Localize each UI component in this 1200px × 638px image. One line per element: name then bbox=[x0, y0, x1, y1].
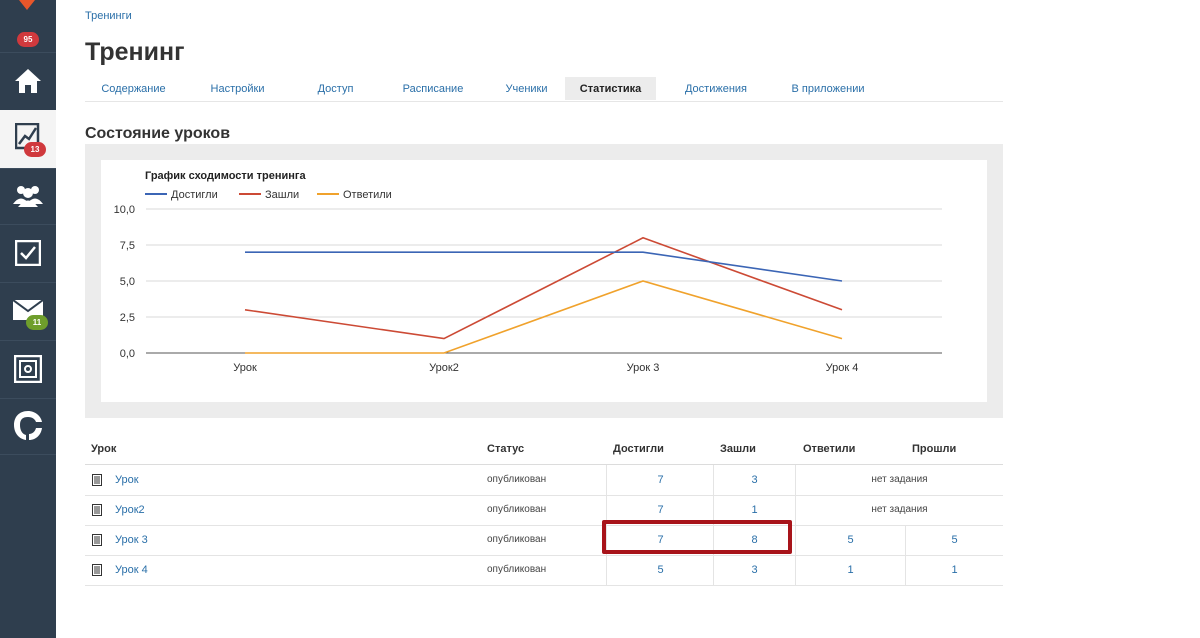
sidebar-item-statistics[interactable]: 13 bbox=[0, 110, 56, 169]
document-icon bbox=[92, 564, 102, 576]
header-status: Статус bbox=[487, 443, 525, 455]
legend-label: Зашли bbox=[265, 189, 299, 201]
x-tick-label: Урок2 bbox=[429, 362, 459, 374]
tasks-icon bbox=[15, 240, 41, 266]
x-tick-label: Урок bbox=[233, 362, 257, 374]
table-row: Урок 4 опубликован 5 3 1 1 bbox=[85, 555, 1003, 586]
legend-label: Ответили bbox=[343, 189, 392, 201]
y-tick-label: 7,5 bbox=[120, 240, 135, 252]
status-text: опубликован bbox=[487, 564, 547, 575]
sidebar-item-brand[interactable] bbox=[0, 398, 56, 455]
sidebar-logo[interactable]: 95 bbox=[0, 0, 56, 53]
answered-value[interactable]: 1 bbox=[796, 555, 905, 585]
passed-value[interactable]: 1 bbox=[906, 555, 1003, 585]
entered-value[interactable]: 3 bbox=[714, 465, 795, 495]
sidebar-item-tasks[interactable] bbox=[0, 224, 56, 283]
status-text: опубликован bbox=[487, 504, 547, 515]
chart-area: График сходимости тренинга Достигли Зашли О… bbox=[101, 160, 987, 402]
tab-content[interactable]: Содержание bbox=[85, 77, 182, 100]
status-text: опубликован bbox=[487, 474, 547, 485]
breadcrumb[interactable]: Тренинги bbox=[85, 10, 132, 22]
users-icon bbox=[13, 186, 43, 207]
status-text: опубликован bbox=[487, 534, 547, 545]
sidebar: 95 13 11 bbox=[0, 0, 56, 638]
tab-in-app[interactable]: В приложении bbox=[776, 77, 880, 100]
x-tick-label: Урок 3 bbox=[627, 362, 660, 374]
answered-value[interactable]: 5 bbox=[796, 525, 905, 555]
header-passed: Прошли bbox=[912, 443, 957, 455]
lesson-link[interactable]: Урок 3 bbox=[115, 525, 148, 555]
notification-badge: 95 bbox=[17, 32, 39, 47]
tab-statistics[interactable]: Статистика bbox=[565, 77, 656, 100]
header-lesson: Урок bbox=[91, 443, 117, 455]
logo-icon bbox=[19, 0, 35, 10]
mail-badge: 11 bbox=[26, 315, 48, 330]
entered-value[interactable]: 3 bbox=[714, 555, 795, 585]
page-title: Тренинг bbox=[85, 38, 185, 66]
section-title: Состояние уроков bbox=[85, 125, 231, 142]
tab-achievements[interactable]: Достижения bbox=[656, 77, 776, 100]
table-row: Урок2 опубликован 7 1 нет задания bbox=[85, 495, 1003, 526]
tab-bar: Содержание Настройки Доступ Расписание У… bbox=[85, 77, 1003, 102]
tab-students[interactable]: Ученики bbox=[488, 77, 565, 100]
sidebar-item-home[interactable] bbox=[0, 52, 56, 111]
lesson-link[interactable]: Урок2 bbox=[115, 495, 145, 525]
document-icon bbox=[92, 474, 102, 486]
sidebar-item-users[interactable] bbox=[0, 168, 56, 225]
chart-panel: График сходимости тренинга Достигли Зашли О… bbox=[85, 144, 1003, 418]
line-chart: График сходимости тренинга Достигли Зашли О… bbox=[114, 170, 942, 374]
y-tick-label: 2,5 bbox=[120, 312, 135, 324]
tab-settings[interactable]: Настройки bbox=[182, 77, 293, 100]
table-row: Урок опубликован 7 3 нет задания bbox=[85, 465, 1003, 496]
table-row: Урок 3 опубликован 7 8 5 5 bbox=[85, 525, 1003, 556]
home-icon bbox=[15, 69, 41, 93]
header-answered: Ответили bbox=[803, 443, 856, 455]
legend-label: Достигли bbox=[171, 189, 218, 201]
tab-schedule[interactable]: Расписание bbox=[378, 77, 488, 100]
highlight-box bbox=[602, 520, 792, 554]
reached-value[interactable]: 5 bbox=[607, 555, 714, 585]
document-icon bbox=[92, 504, 102, 516]
lesson-link[interactable]: Урок 4 bbox=[115, 555, 148, 585]
x-tick-label: Урок 4 bbox=[826, 362, 859, 374]
chart-title: График сходимости тренинга bbox=[145, 170, 306, 182]
header-entered: Зашли bbox=[720, 443, 756, 455]
document-icon bbox=[92, 534, 102, 546]
statistics-badge: 13 bbox=[24, 142, 46, 157]
safe-icon bbox=[14, 355, 42, 383]
reached-value[interactable]: 7 bbox=[607, 465, 714, 495]
y-tick-label: 0,0 bbox=[120, 348, 135, 360]
passed-value[interactable]: 5 bbox=[906, 525, 1003, 555]
header-reached: Достигли bbox=[613, 443, 664, 455]
no-task-text: нет задания bbox=[871, 504, 928, 515]
y-tick-label: 10,0 bbox=[114, 204, 135, 216]
sidebar-item-safe[interactable] bbox=[0, 340, 56, 399]
brand-icon bbox=[14, 411, 42, 440]
lesson-link[interactable]: Урок bbox=[115, 465, 139, 495]
no-task-text: нет задания bbox=[871, 474, 928, 485]
y-tick-label: 5,0 bbox=[120, 276, 135, 288]
tab-access[interactable]: Доступ bbox=[293, 77, 378, 100]
sidebar-item-mail[interactable]: 11 bbox=[0, 282, 56, 341]
